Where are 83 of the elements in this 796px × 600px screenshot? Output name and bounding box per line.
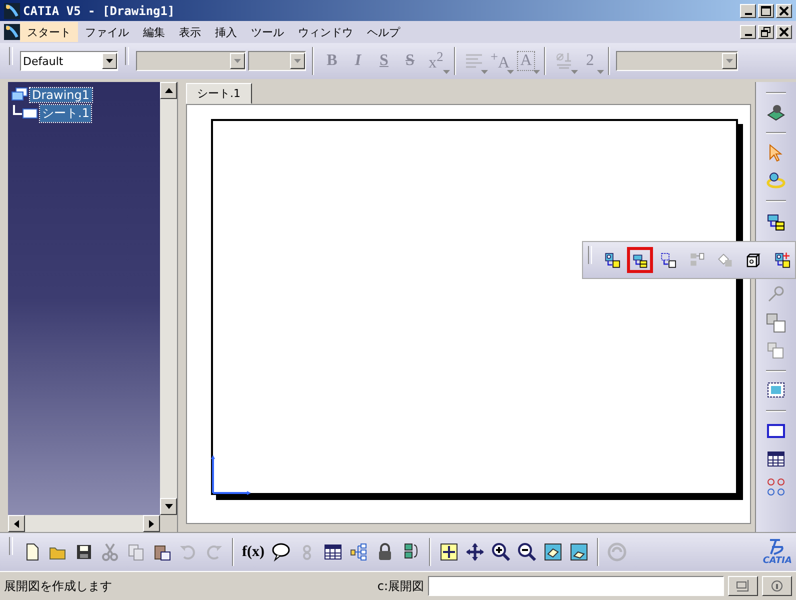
close-button[interactable] <box>776 25 792 39</box>
menu-item[interactable]: ファイル <box>78 22 136 42</box>
view-plane-icon <box>568 542 588 562</box>
tree-item[interactable]: シート.1 <box>40 104 92 122</box>
command-label: c:展開図 <box>377 578 424 594</box>
maximize-button[interactable] <box>758 4 774 18</box>
minimize-button[interactable] <box>740 4 756 18</box>
axis-icon <box>211 455 251 495</box>
copy-icon <box>126 542 146 562</box>
caret-icon <box>597 70 604 74</box>
down-arrow-icon <box>164 504 172 509</box>
layer-dropdown[interactable] <box>616 51 738 71</box>
menu-item[interactable]: 挿入 <box>208 22 244 42</box>
zoom-in-icon <box>490 542 510 562</box>
menu-item[interactable]: スタート <box>20 22 78 42</box>
projection-plus-icon <box>774 250 790 270</box>
rotate-icon <box>766 171 786 191</box>
cube-views-icon <box>766 313 786 333</box>
style-dropdown[interactable]: Default <box>20 51 118 71</box>
restore-icon <box>761 27 771 37</box>
app-icon <box>4 24 20 40</box>
caret-icon <box>234 59 241 63</box>
caret-icon <box>294 59 301 63</box>
menu-item[interactable]: ツール <box>244 22 291 42</box>
speech-bubble-icon <box>270 542 290 562</box>
minimize-icon <box>744 12 752 14</box>
view-cube-icon <box>542 542 562 562</box>
vertical-scrollbar[interactable] <box>160 82 177 515</box>
left-arrow-icon <box>14 520 19 528</box>
projection-icon <box>604 250 620 270</box>
tree-item[interactable]: Drawing1 <box>30 88 92 102</box>
close-icon <box>779 27 789 37</box>
caret-icon <box>507 70 514 74</box>
zoom-out-icon <box>516 542 536 562</box>
command-field[interactable] <box>428 576 724 596</box>
rectangle-icon <box>766 421 786 441</box>
drawing-icon <box>10 87 28 103</box>
close-icon <box>779 6 789 16</box>
minimize-button[interactable] <box>740 25 756 39</box>
fit-all-icon <box>438 542 458 562</box>
horizontal-scrollbar[interactable] <box>8 515 160 532</box>
maximize-icon <box>761 6 771 16</box>
caret-icon <box>481 70 488 74</box>
menu-item[interactable]: ウィンドウ <box>291 22 360 42</box>
info-icon <box>770 580 784 592</box>
logo: CATIA <box>762 538 792 566</box>
restore-button[interactable] <box>758 25 774 39</box>
datum-icon <box>554 51 574 71</box>
menu-item[interactable]: ヘルプ <box>360 22 407 42</box>
minimize-icon <box>744 34 752 36</box>
sheet-icon <box>766 103 786 123</box>
close-button[interactable] <box>776 4 792 18</box>
circles-icon <box>766 477 786 497</box>
panel-button[interactable] <box>728 576 758 596</box>
info-button[interactable] <box>762 576 792 596</box>
window-icon <box>736 580 750 592</box>
box-view-button[interactable] <box>626 247 654 273</box>
sheet-tab[interactable]: シート.1 <box>186 83 252 104</box>
menu-item[interactable]: 表示 <box>172 22 208 42</box>
grid-table-icon <box>766 449 786 469</box>
window-title: CATIA V5 - [Drawing1] <box>23 4 175 18</box>
table-icon <box>322 542 342 562</box>
menu-item[interactable]: 編集 <box>136 22 172 42</box>
caret-icon <box>106 59 113 63</box>
status-message: 展開図を作成します <box>4 578 112 594</box>
app-icon <box>4 2 20 18</box>
caret-icon <box>571 70 578 74</box>
caret-icon <box>726 59 733 63</box>
size-dropdown[interactable] <box>248 51 306 71</box>
up-arrow-icon <box>164 88 172 93</box>
floppy-icon <box>74 542 94 562</box>
right-arrow-icon <box>149 520 154 528</box>
dashed-projection-icon <box>660 250 677 270</box>
scissors-icon <box>100 542 120 562</box>
boxes-icon <box>766 341 786 361</box>
swap-icon <box>606 542 626 562</box>
font-dropdown[interactable] <box>136 51 246 71</box>
caret-icon <box>533 70 540 74</box>
caret-icon <box>443 70 450 74</box>
sheet-icon <box>12 105 38 121</box>
pan-icon <box>464 542 484 562</box>
formula-button[interactable]: f(x) <box>240 539 266 565</box>
hierarchy-icon <box>348 542 368 562</box>
